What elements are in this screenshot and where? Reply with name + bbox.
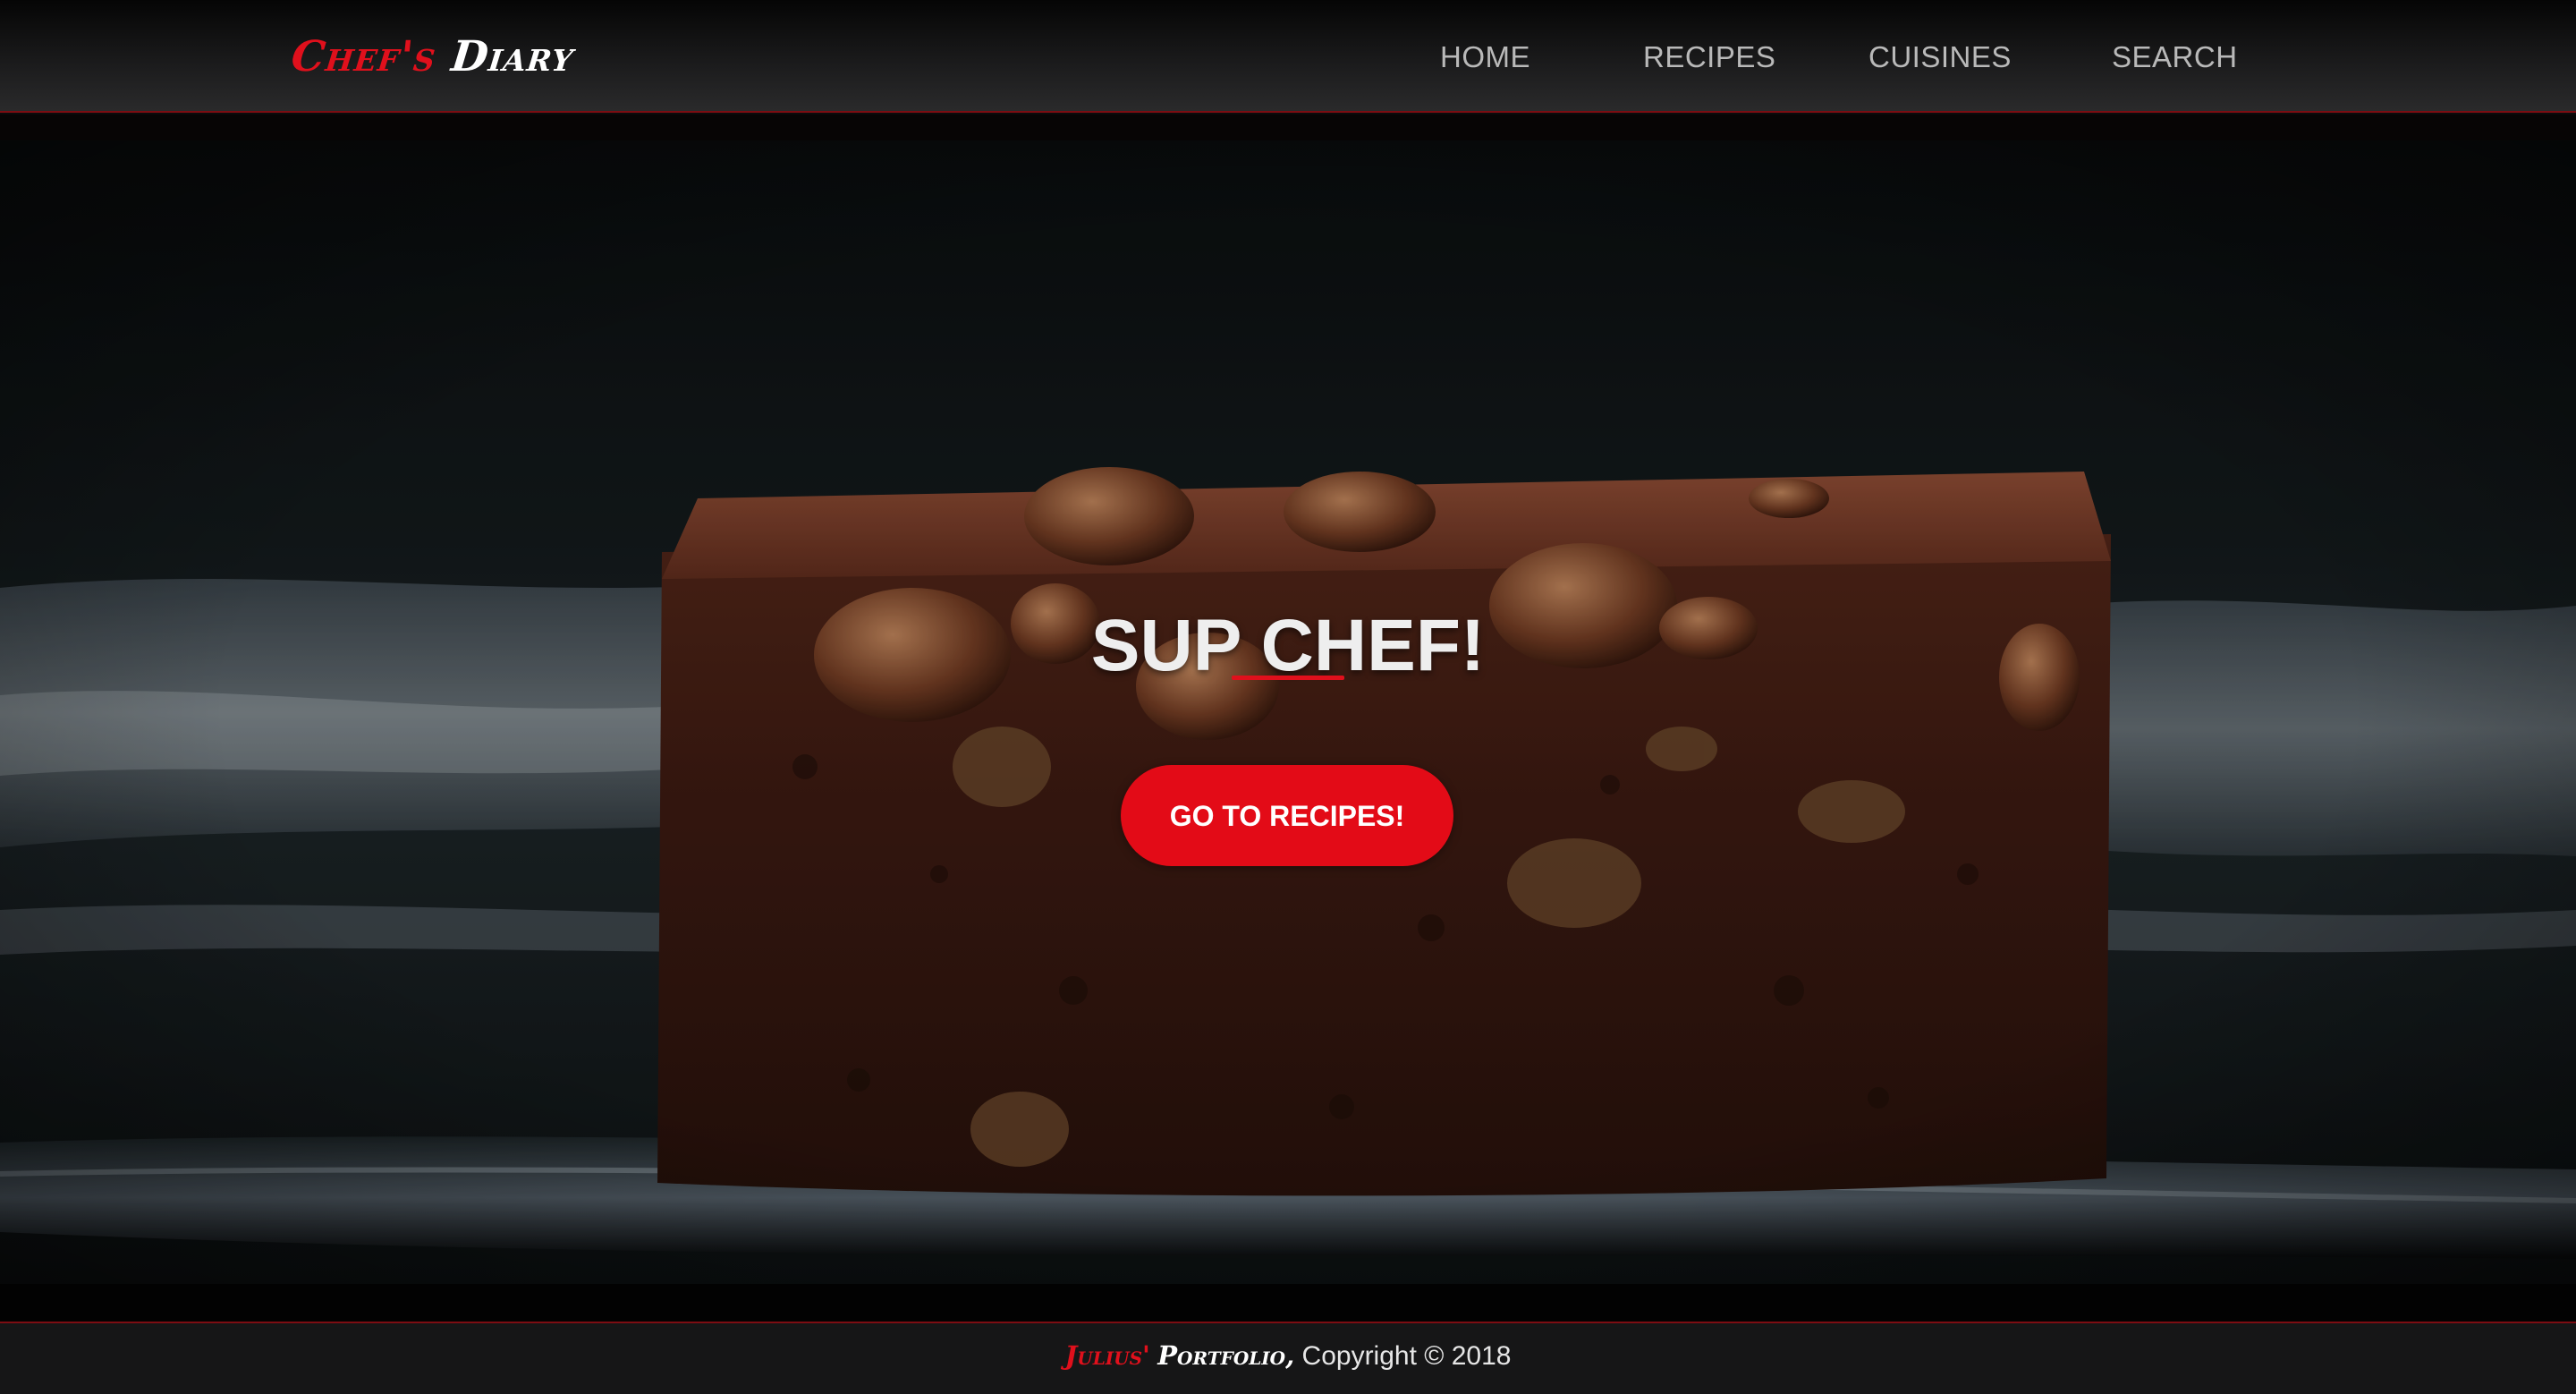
footer-shadow-band (0, 1284, 2576, 1322)
nav-link-recipes[interactable]: RECIPES (1643, 38, 1775, 77)
nav-link-home[interactable]: HOME (1440, 38, 1530, 77)
site-header: Chef's Diary HOME RECIPES CUISINES SEARC… (0, 0, 2576, 113)
page: Chef's Diary HOME RECIPES CUISINES SEARC… (0, 0, 2576, 1394)
nav-link-cuisines[interactable]: CUISINES (1868, 38, 2012, 77)
footer-copyright: Copyright © 2018 (1301, 1341, 1512, 1371)
brand-name-part1: Chef's (289, 32, 439, 81)
brand-name-part2: Diary (448, 32, 577, 81)
hero-background-image (0, 140, 2576, 1284)
brand-logo[interactable]: Chef's Diary (289, 32, 576, 82)
footer-credit: Julius' Portfolio, Copyright © 2018 (0, 1338, 2576, 1374)
nav-link-search[interactable]: SEARCH (2112, 38, 2238, 77)
footer-portfolio-link[interactable]: Portfolio, (1157, 1340, 1294, 1371)
footer-author-name: Julius' (1064, 1340, 1150, 1371)
hero-section: SUP CHEF! GO TO RECIPES! (0, 140, 2576, 1284)
header-shadow-band (0, 115, 2576, 140)
go-to-recipes-button[interactable]: GO TO RECIPES! (1121, 765, 1453, 866)
site-footer: Julius' Portfolio, Copyright © 2018 (0, 1322, 2576, 1394)
hero-title-underline (1232, 676, 1344, 680)
